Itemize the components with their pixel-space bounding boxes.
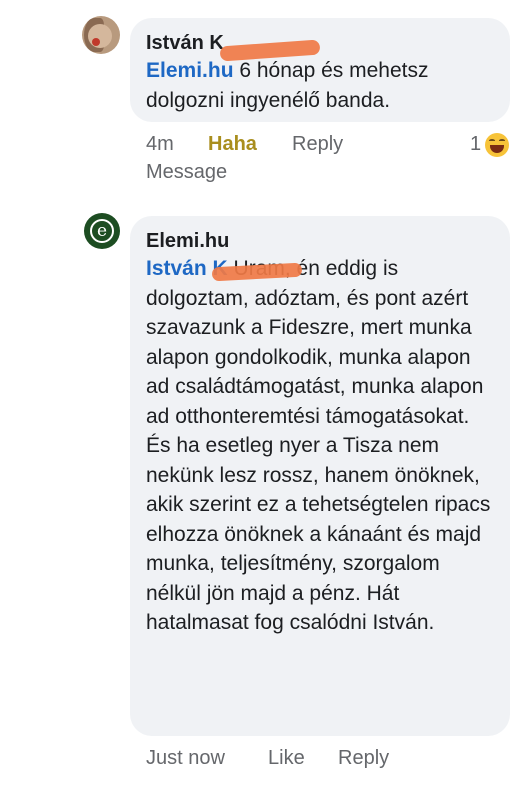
mention-link[interactable]: Elemi.hu (146, 59, 234, 82)
message-button[interactable]: Message (146, 158, 516, 186)
page-avatar[interactable]: e (84, 213, 120, 249)
reply-bubble: Elemi.hu István K Uram, én eddig is dolg… (130, 216, 510, 736)
reply-button[interactable]: Reply (292, 130, 452, 158)
reaction-count[interactable]: 1 (470, 130, 481, 158)
avatar-accent (92, 38, 100, 46)
reply-body: Uram, én eddig is dolgoztam, adóztam, és… (146, 257, 491, 634)
reply-button[interactable]: Reply (338, 744, 389, 772)
comment-timestamp[interactable]: 4m (146, 130, 208, 158)
reply-author[interactable]: Elemi.hu (146, 228, 229, 254)
avatar-face (88, 24, 112, 48)
haha-reaction-button[interactable]: Haha (208, 130, 292, 158)
page-logo-icon: e (90, 219, 114, 243)
laughing-emoji-icon[interactable] (485, 133, 510, 157)
comment-bubble: István K Elemi.hu 6 hónap és mehetsz dol… (130, 18, 510, 122)
like-button[interactable]: Like (268, 744, 338, 772)
comment-actions: 4m Haha Reply 1 Message (146, 130, 516, 186)
comment-author-name: István K (146, 32, 224, 54)
mention-link[interactable]: István K (146, 257, 303, 282)
reply-actions: Just now Like Reply (146, 744, 389, 772)
commenter-avatar[interactable] (82, 16, 120, 54)
comment-text: Elemi.hu 6 hónap és mehetsz dolgozni ing… (146, 56, 494, 115)
reply-timestamp[interactable]: Just now (146, 744, 268, 772)
reply-text: István K Uram, én eddig is dolgoztam, ad… (146, 254, 494, 638)
comment-author[interactable]: István K (146, 30, 321, 62)
